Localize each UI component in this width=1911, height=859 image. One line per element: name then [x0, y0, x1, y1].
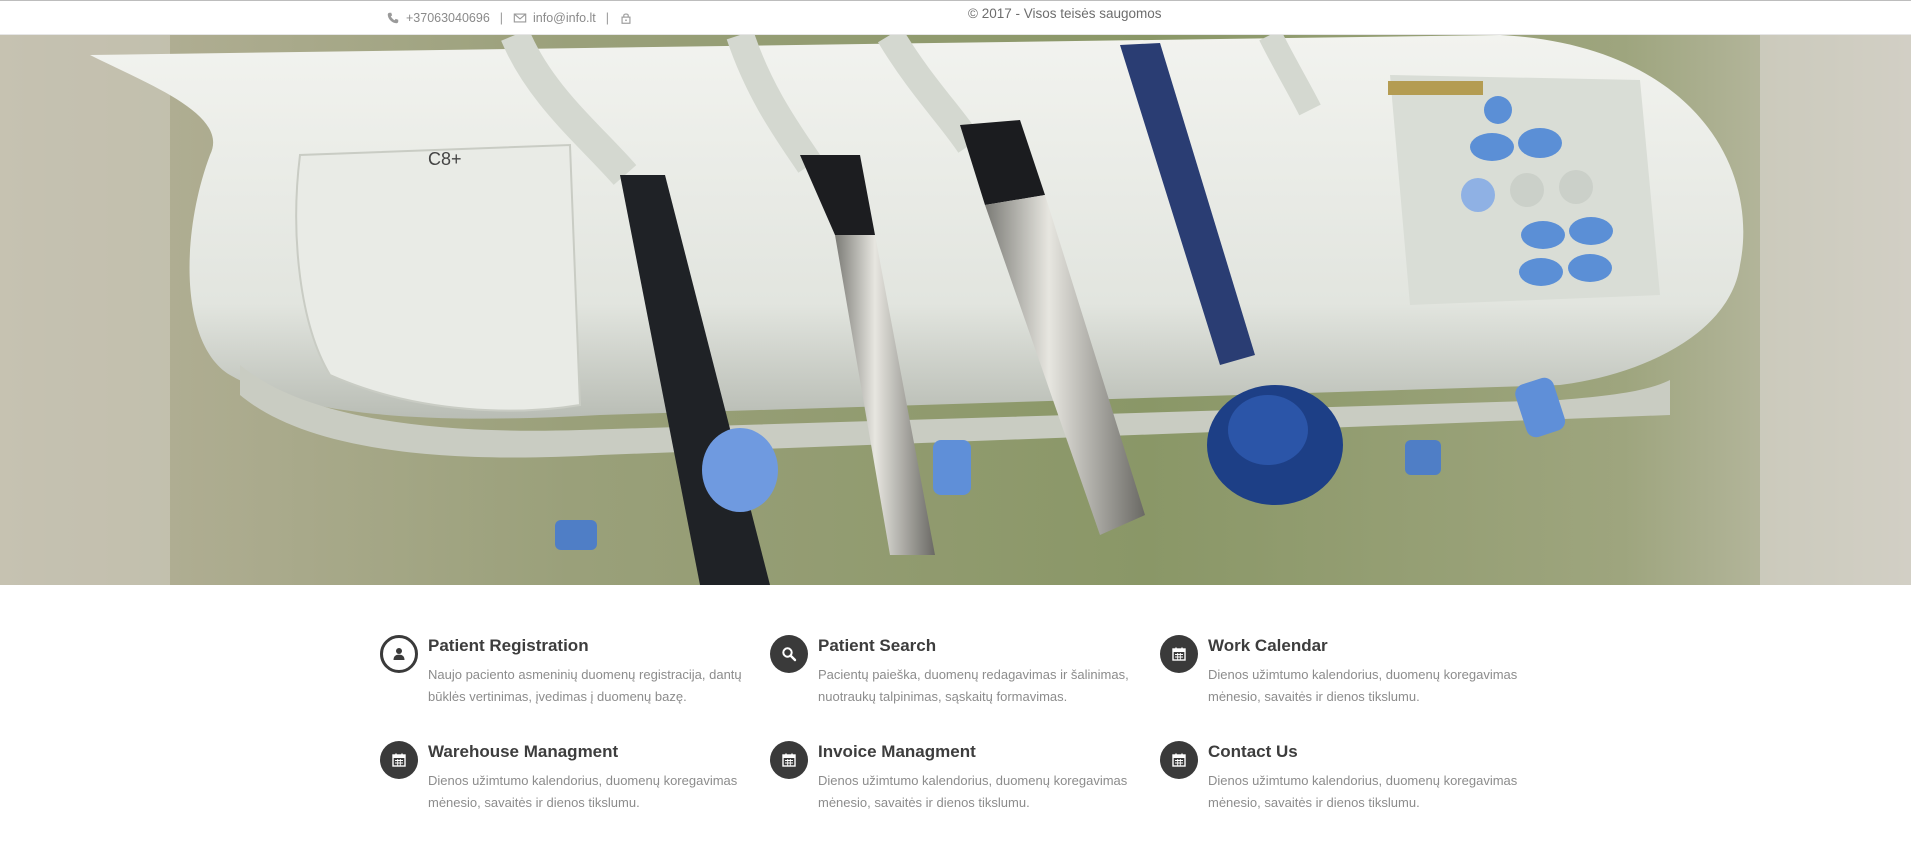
feature-description: Dienos užimtumo kalendorius, duomenų kor… — [1208, 667, 1518, 704]
search-icon — [770, 635, 808, 673]
user-icon — [380, 635, 418, 673]
feature-contact-us[interactable]: Contact Us Dienos užimtumo kalendorius, … — [1160, 741, 1540, 821]
feature-title[interactable]: Patient Search — [818, 636, 936, 656]
feature-description: Dienos užimtumo kalendorius, duomenų kor… — [818, 773, 1128, 810]
feature-title[interactable]: Warehouse Managment — [428, 742, 618, 762]
copyright-text: © 2017 - Visos teisės saugomos — [968, 6, 1162, 21]
feature-description: Naujo paciento asmeninių duomenų registr… — [428, 667, 742, 704]
feature-description: Dienos užimtumo kalendorius, duomenų kor… — [1208, 773, 1518, 810]
feature-description: Pacientų paieška, duomenų redagavimas ir… — [818, 667, 1129, 704]
envelope-icon — [513, 11, 527, 25]
top-bar: +37063040696 | info@info.lt | © 2017 - V… — [0, 0, 1911, 35]
phone-number[interactable]: +37063040696 — [406, 11, 490, 25]
hero-image: C8+ — [0, 35, 1911, 585]
feature-title[interactable]: Patient Registration — [428, 636, 589, 656]
calendar-icon — [1160, 741, 1198, 779]
calendar-icon — [770, 741, 808, 779]
feature-work-calendar[interactable]: Work Calendar Dienos užimtumo kalendoriu… — [1160, 635, 1540, 715]
feature-title[interactable]: Contact Us — [1208, 742, 1298, 762]
calendar-icon — [1160, 635, 1198, 673]
contact-info: +37063040696 | info@info.lt | — [386, 11, 639, 25]
feature-patient-registration[interactable]: Patient Registration Naujo paciento asme… — [380, 635, 760, 715]
panel-label: C8+ — [428, 149, 462, 169]
email-link[interactable]: info@info.lt — [533, 11, 596, 25]
feature-title[interactable]: Work Calendar — [1208, 636, 1328, 656]
feature-description: Dienos užimtumo kalendorius, duomenų kor… — [428, 773, 738, 810]
feature-patient-search[interactable]: Patient Search Pacientų paieška, duomenų… — [770, 635, 1150, 715]
feature-warehouse-managment[interactable]: Warehouse Managment Dienos užimtumo kale… — [380, 741, 760, 821]
features-section: Patient Registration Naujo paciento asme… — [380, 635, 1560, 835]
separator: | — [499, 11, 504, 25]
phone-icon — [386, 11, 400, 25]
feature-invoice-managment[interactable]: Invoice Managment Dienos užimtumo kalend… — [770, 741, 1150, 821]
feature-title[interactable]: Invoice Managment — [818, 742, 976, 762]
lock-icon[interactable] — [619, 11, 633, 25]
dental-instruments-photo: C8+ — [0, 35, 1911, 585]
separator: | — [605, 11, 610, 25]
calendar-icon — [380, 741, 418, 779]
